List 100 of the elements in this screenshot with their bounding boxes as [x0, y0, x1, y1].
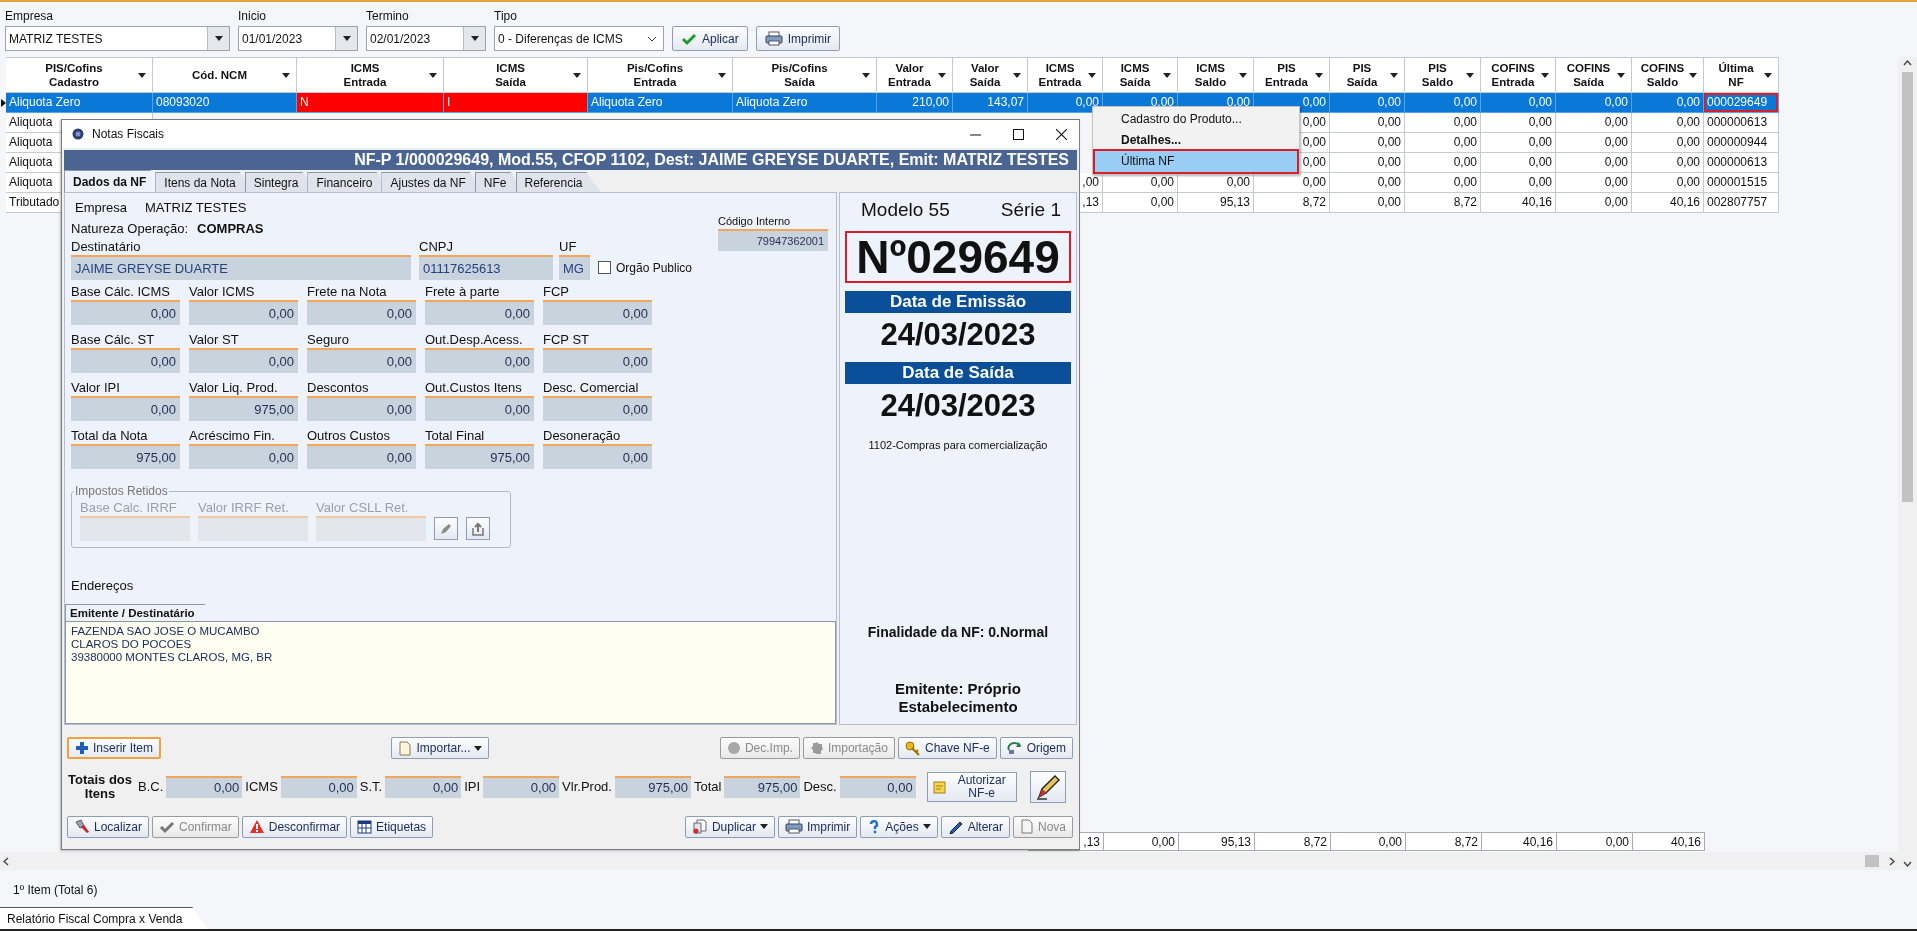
field-label: IPI: [464, 779, 481, 794]
sort-caret-icon: [1541, 72, 1549, 78]
scrollbar-thumb[interactable]: [1865, 855, 1879, 867]
checkbox[interactable]: [598, 261, 611, 274]
vertical-scrollbar[interactable]: [1898, 57, 1917, 870]
authorize-button[interactable]: Autorizar NF-e: [926, 771, 1017, 802]
edit-button[interactable]: [434, 517, 458, 540]
field-label: Valor CSLL Ret.: [316, 500, 410, 516]
field-label: Total: [693, 779, 722, 794]
value-field[interactable]: 0,00: [280, 775, 357, 798]
field-label: Vlr.Prod.: [562, 779, 612, 794]
total-cell: 0,00: [1556, 832, 1633, 851]
toolbar-button[interactable]: Etiquetas: [350, 815, 434, 838]
table-cell: 8,72: [1405, 193, 1481, 213]
value-field[interactable]: 0,00: [166, 775, 243, 798]
column-header[interactable]: ICMS Saldo: [1178, 57, 1254, 93]
scrollbar-thumb[interactable]: [1902, 72, 1913, 502]
row-pointer-icon: [0, 99, 6, 107]
exit-date: 24/03/2023: [879, 389, 1037, 423]
column-header[interactable]: ICMS Saída: [1103, 57, 1178, 93]
column-header[interactable]: ICMS Entrada: [1028, 57, 1103, 93]
column-header[interactable]: PIS/Cofins Cadastro: [6, 57, 153, 93]
table-cell: 0,00: [1632, 93, 1704, 113]
toolbar-button[interactable]: Duplicar: [684, 815, 775, 838]
printer-icon: [764, 31, 783, 46]
value-field[interactable]: 975,00: [614, 775, 691, 798]
totals-title: Totais dos Itens: [66, 772, 133, 801]
toolbar-button[interactable]: Localizar: [67, 815, 150, 838]
dropdown-field[interactable]: 0 - Diferenças de ICMS: [494, 26, 664, 51]
value-field[interactable]: 0,00: [839, 775, 916, 798]
circle-icon: [726, 741, 741, 755]
invoice-number: Nº029649: [845, 231, 1071, 283]
column-header[interactable]: PIS Saída: [1330, 57, 1405, 93]
dropdown-field[interactable]: 01/01/2023: [238, 26, 358, 51]
table-cell: 002807757: [1704, 193, 1779, 213]
table-cell: 000000944: [1704, 133, 1779, 153]
field-label: Termino: [366, 9, 410, 23]
dropdown-field[interactable]: MATRIZ TESTES: [5, 26, 230, 51]
export-button[interactable]: [466, 517, 490, 540]
column-header[interactable]: Pis/Cofins Entrada: [588, 57, 733, 93]
checkbox-label: Orgão Publico: [616, 260, 693, 275]
column-header[interactable]: Valor Saída: [953, 57, 1028, 93]
toolbar-button[interactable]: Imprimir: [777, 815, 858, 838]
tab[interactable]: Referencia: [515, 172, 601, 192]
sign-button[interactable]: [1029, 770, 1066, 803]
close-icon[interactable]: [1056, 128, 1067, 140]
table-cell: 0,00: [1330, 153, 1405, 173]
column-header[interactable]: PIS Entrada: [1254, 57, 1330, 93]
column-header[interactable]: COFINS Entrada: [1481, 57, 1556, 93]
value-field[interactable]: 975,00: [724, 775, 801, 798]
scroll-down-icon[interactable]: [1903, 861, 1912, 867]
value-field[interactable]: 0,00: [483, 775, 560, 798]
address-line: CLAROS DO POCOES: [71, 638, 193, 651]
column-header[interactable]: Pis/Cofins Saída: [733, 57, 877, 93]
table-cell: 0,00: [1632, 133, 1704, 153]
scroll-left-icon[interactable]: [3, 856, 9, 866]
column-header[interactable]: ICMS Entrada: [297, 57, 444, 93]
value-field[interactable]: 0,00: [385, 775, 462, 798]
scroll-right-icon[interactable]: [1889, 856, 1895, 866]
table-cell: 0,00: [1556, 113, 1632, 133]
column-header[interactable]: PIS Saldo: [1405, 57, 1481, 93]
document-icon: [1020, 819, 1034, 834]
toolbar-button[interactable]: Chave NF-e: [897, 737, 997, 759]
toolbar-button[interactable]: Inserir Item: [67, 737, 161, 759]
toolbar-button[interactable]: Ações: [860, 815, 938, 838]
scroll-up-icon[interactable]: [1903, 60, 1912, 66]
column-header[interactable]: Última NF: [1704, 57, 1779, 93]
column-header[interactable]: Cód. NCM: [153, 57, 297, 93]
value-field[interactable]: [198, 516, 308, 541]
toolbar-button[interactable]: Alterar: [940, 815, 1010, 838]
toolbar-button[interactable]: Imprimir: [755, 26, 840, 51]
horizontal-scrollbar[interactable]: [0, 852, 1898, 870]
column-header[interactable]: COFINS Saldo: [1632, 57, 1704, 93]
table-cell: 0,00: [1632, 113, 1704, 133]
toolbar-button[interactable]: Origem: [999, 737, 1073, 759]
printer-icon: [784, 819, 803, 834]
field-label: Valor IRRF Ret.: [198, 500, 290, 516]
dropdown-field[interactable]: 02/01/2023: [366, 26, 486, 51]
toolbar-button[interactable]: Aplicar: [672, 26, 748, 51]
value-field[interactable]: [80, 516, 190, 541]
value-field[interactable]: [316, 516, 426, 541]
sheet-tab[interactable]: Relatório Fiscal Compra x Venda: [0, 907, 209, 929]
sort-caret-icon: [429, 72, 437, 78]
purpose-text: Finalidade da NF: 0.Normal: [866, 624, 1050, 640]
column-header[interactable]: COFINS Saída: [1556, 57, 1632, 93]
column-header[interactable]: ICMS Saída: [444, 57, 588, 93]
toolbar-button[interactable]: Importar...: [391, 737, 490, 759]
address-line: FAZENDA SAO JOSE O MUCAMBO: [71, 625, 261, 638]
column-header[interactable]: Valor Entrada: [877, 57, 953, 93]
menu-item[interactable]: Última NF: [1095, 151, 1297, 172]
maximize-icon[interactable]: [1013, 128, 1024, 140]
sort-caret-icon: [1390, 72, 1398, 78]
field-label: Inicio: [238, 9, 267, 23]
toolbar-button[interactable]: Desconfirmar: [241, 815, 348, 838]
table-cell: 143,07: [953, 93, 1028, 113]
table-cell: 0,00: [1481, 133, 1556, 153]
table-cell: 0,00: [1028, 93, 1103, 113]
dropdown-icon: [342, 36, 351, 41]
total-cell: 95,13: [1178, 832, 1255, 851]
issuer-text: Emitente: Próprio Estabelecimento: [894, 680, 1022, 716]
